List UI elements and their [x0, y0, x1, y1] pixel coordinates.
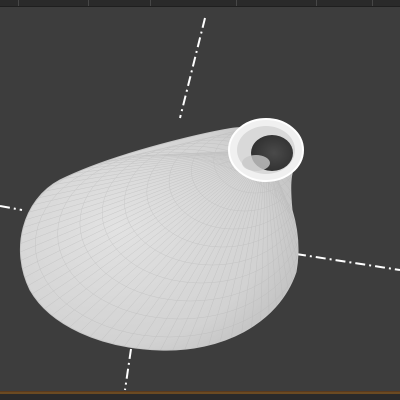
ring-inner-highlight — [242, 155, 270, 171]
axis-line-right — [295, 253, 400, 271]
axis-line-left — [0, 205, 23, 211]
viewport-footer-strip — [0, 391, 400, 400]
viewport-scene — [0, 17, 400, 391]
axis-line-bottom — [124, 348, 132, 391]
cone-top-ring[interactable] — [228, 118, 304, 182]
axis-line-top — [179, 17, 206, 119]
3d-viewport[interactable] — [0, 0, 400, 400]
